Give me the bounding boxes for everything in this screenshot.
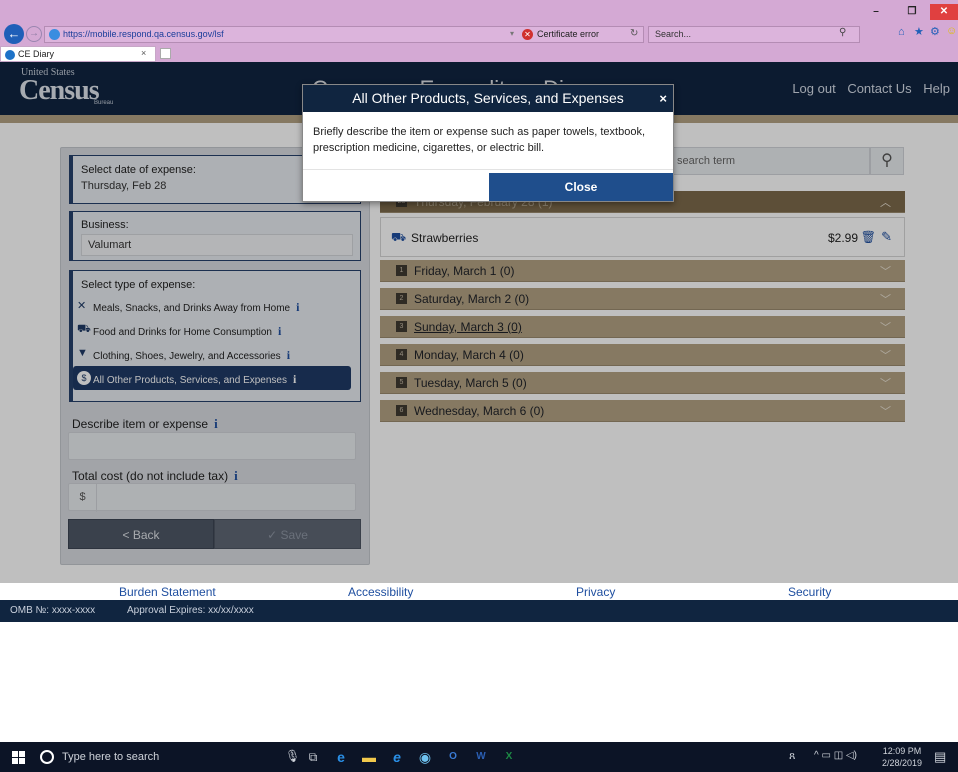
- footer-bar: OMB №: xxxx-xxxx Approval Expires: xx/xx…: [0, 600, 958, 622]
- modal-divider: [303, 169, 673, 170]
- omb-number: OMB №: xxxx-xxxx: [10, 605, 96, 616]
- tab-ce-diary[interactable]: CE Diary ×: [0, 46, 156, 62]
- people-icon[interactable]: ጸ: [789, 750, 795, 763]
- internet-explorer-icon[interactable]: e: [386, 747, 408, 767]
- tab-strip: CE Diary ×: [0, 46, 958, 62]
- modal-title: All Other Products, Services, and Expens…: [352, 90, 624, 106]
- footer-links: Burden Statement Accessibility Privacy S…: [0, 583, 958, 600]
- close-window-icon[interactable]: ✕: [930, 4, 958, 20]
- notification-icon[interactable]: ▤: [934, 749, 946, 765]
- restore-icon[interactable]: ❐: [898, 4, 926, 20]
- outlook-icon[interactable]: O: [442, 747, 464, 767]
- refresh-icon[interactable]: ↻: [630, 28, 638, 39]
- screen: ← → https://mobile.respond.qa.census.gov…: [0, 0, 958, 772]
- ie-favicon-icon: [5, 50, 15, 60]
- info-modal: All Other Products, Services, and Expens…: [302, 84, 674, 202]
- file-explorer-icon[interactable]: ▬: [358, 747, 380, 767]
- search-icon[interactable]: ⚲: [839, 27, 846, 38]
- modal-body: Briefly describe the item or expense suc…: [313, 126, 646, 154]
- favorites-star-icon[interactable]: ★: [914, 25, 924, 38]
- tab-close-icon[interactable]: ×: [141, 48, 146, 58]
- tray-icons[interactable]: ^ ▭ ◫ ◁): [814, 750, 857, 761]
- clock[interactable]: 12:09 PM 2/28/2019: [882, 745, 922, 769]
- address-url: https://mobile.respond.qa.census.gov/lsf: [63, 29, 224, 39]
- forward-arrow-icon[interactable]: →: [26, 26, 42, 42]
- cert-error-text[interactable]: Certificate error: [537, 29, 599, 39]
- windows-taskbar: Type here to search 🎙 ⧉ e ▬ e ◉ O W X ጸ …: [0, 742, 958, 772]
- clock-time: 12:09 PM: [882, 746, 922, 756]
- excel-icon[interactable]: X: [498, 747, 520, 767]
- edge-icon[interactable]: e: [330, 747, 352, 767]
- accessibility-link[interactable]: Accessibility: [348, 585, 413, 599]
- back-arrow-icon[interactable]: ←: [4, 24, 24, 44]
- microphone-icon[interactable]: 🎙: [285, 749, 300, 763]
- modal-header: All Other Products, Services, and Expens…: [303, 85, 673, 112]
- cert-error-icon[interactable]: ✕: [522, 29, 533, 40]
- privacy-link[interactable]: Privacy: [576, 585, 615, 599]
- browser-search-placeholder: Search...: [655, 29, 692, 39]
- browser-toolbar: ← → https://mobile.respond.qa.census.gov…: [0, 0, 958, 46]
- cortana-icon[interactable]: [40, 750, 54, 764]
- windows-start-icon[interactable]: [12, 751, 25, 764]
- burden-statement-link[interactable]: Burden Statement: [119, 585, 216, 599]
- browser-search-input[interactable]: Search... ⚲: [648, 26, 860, 43]
- feedback-smile-icon[interactable]: ☺: [946, 25, 957, 37]
- ie-favicon-icon: [49, 29, 60, 40]
- clock-date: 2/28/2019: [882, 758, 923, 768]
- gear-icon[interactable]: ⚙: [930, 25, 940, 38]
- approval-expires: Approval Expires: xx/xx/xxxx: [127, 605, 254, 616]
- close-button[interactable]: Close: [489, 173, 673, 201]
- task-view-icon[interactable]: ⧉: [302, 747, 324, 767]
- minimize-icon[interactable]: –: [862, 4, 890, 20]
- chevron-down-icon[interactable]: ▾: [510, 29, 514, 38]
- security-link[interactable]: Security: [788, 585, 831, 599]
- close-icon[interactable]: ×: [659, 85, 667, 112]
- tab-title: CE Diary: [18, 49, 55, 59]
- chrome-icon[interactable]: ◉: [414, 747, 436, 767]
- address-bar[interactable]: https://mobile.respond.qa.census.gov/lsf…: [44, 26, 644, 43]
- taskbar-search-input[interactable]: Type here to search: [62, 751, 159, 763]
- home-icon[interactable]: ⌂: [898, 26, 905, 38]
- word-icon[interactable]: W: [470, 747, 492, 767]
- new-tab-icon[interactable]: [160, 48, 171, 59]
